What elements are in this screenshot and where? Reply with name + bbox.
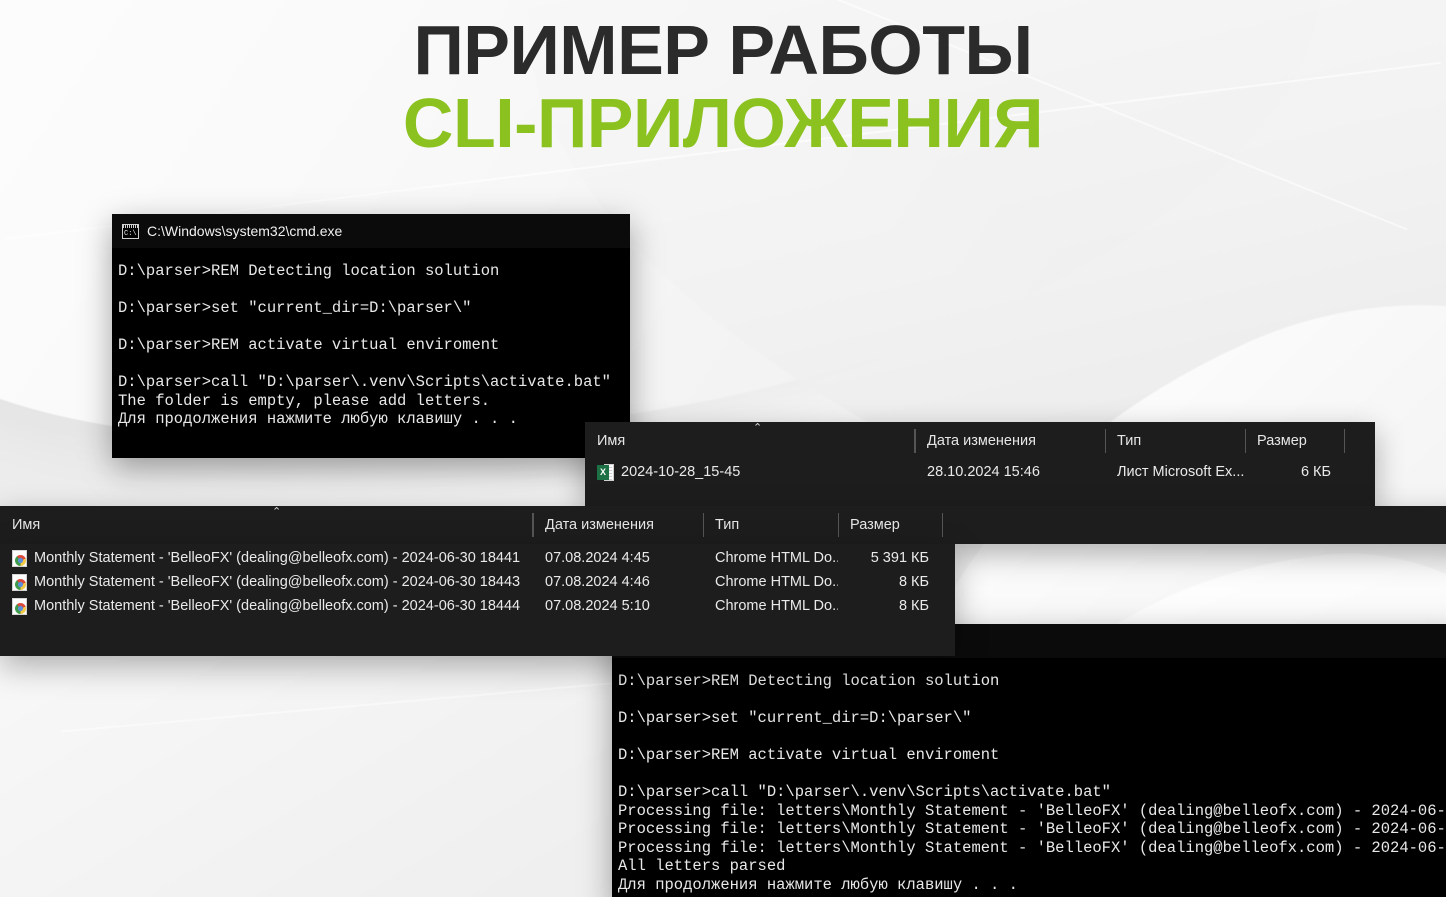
file-size-label: 8 КБ xyxy=(898,598,929,614)
file-name-label: Monthly Statement - 'BelleoFX' (dealing@… xyxy=(34,574,521,590)
column-header-size-label: Размер xyxy=(850,517,900,533)
file-name-label: 2024-10-28_15-45 xyxy=(621,464,741,480)
cmd-top-title-label: C:\Windows\system32\cmd.exe xyxy=(147,223,343,239)
table-row[interactable]: Monthly Statement - 'BelleoFX' (dealing@… xyxy=(0,594,955,618)
explorer-window-result[interactable]: ⌃ Имя Дата изменения Тип Размер X 2024-10… xyxy=(585,422,1375,506)
column-header-name-label: Имя xyxy=(12,517,41,533)
cmd-bottom-line-6: D:\parser>call "D:\parser\.venv\Scripts\… xyxy=(618,783,1111,801)
cmd-bottom-line-5 xyxy=(618,765,1446,784)
sort-ascending-icon: ⌃ xyxy=(272,506,282,518)
cmd-top-line-6: D:\parser>call "D:\parser\.venv\Scripts\… xyxy=(118,373,611,391)
column-header-type-label: Тип xyxy=(715,517,740,533)
cmd-top-line-4: D:\parser>REM activate virtual enviromen… xyxy=(118,336,500,354)
file-type-label: Chrome HTML Do... xyxy=(715,550,838,566)
column-header-modified[interactable]: Дата изменения xyxy=(533,506,703,544)
cmd-icon xyxy=(122,223,139,239)
cmd-top-titlebar[interactable]: C:\Windows\system32\cmd.exe xyxy=(112,214,630,248)
explorer-letters-file-list-panel[interactable]: Monthly Statement - 'BelleoFX' (dealing@… xyxy=(0,544,955,656)
chrome-html-file-icon xyxy=(12,573,27,591)
file-modified-label: 07.08.2024 4:46 xyxy=(545,574,650,590)
cmd-bottom-line-0: D:\parser>REM Detecting location solutio… xyxy=(618,672,1000,690)
cell-size: 6 КБ xyxy=(1245,464,1345,480)
cell-name: Monthly Statement - 'BelleoFX' (dealing@… xyxy=(0,573,533,591)
cell-size: 5 391 КБ xyxy=(838,550,943,566)
table-row[interactable]: X 2024-10-28_15-45 28.10.2024 15:46 Лист Mi… xyxy=(585,460,1375,484)
cell-name: Monthly Statement - 'BelleoFX' (dealing@… xyxy=(0,597,533,615)
cmd-top-console-output: D:\parser>REM Detecting location solutio… xyxy=(112,248,630,439)
cell-modified: 07.08.2024 5:10 xyxy=(533,598,703,614)
cell-name: Monthly Statement - 'BelleoFX' (dealing@… xyxy=(0,549,533,567)
chrome-html-file-icon xyxy=(12,597,27,615)
column-header-modified-label: Дата изменения xyxy=(927,433,1036,449)
column-header-size-label: Размер xyxy=(1257,433,1307,449)
file-size-label: 6 КБ xyxy=(1300,464,1331,480)
column-header-size[interactable]: Размер xyxy=(1245,422,1345,460)
cmd-bottom-line-2: D:\parser>set "current_dir=D:\parser\" xyxy=(618,709,972,727)
column-header-type-label: Тип xyxy=(1117,433,1142,449)
cell-type: Chrome HTML Do... xyxy=(703,574,838,590)
chrome-html-file-icon xyxy=(12,549,27,567)
file-name-label: Monthly Statement - 'BelleoFX' (dealing@… xyxy=(34,550,521,566)
explorer-window-letters[interactable]: ⌃ Имя Дата изменения Тип Размер xyxy=(0,506,1446,544)
column-header-modified[interactable]: Дата изменения xyxy=(915,422,1105,460)
file-name-label: Monthly Statement - 'BelleoFX' (dealing@… xyxy=(34,598,521,614)
cmd-window-bottom[interactable]: C:\Windows\system32\cmd.exe D:\parser>RE… xyxy=(612,624,1446,897)
explorer-letters-file-list[interactable]: Monthly Statement - 'BelleoFX' (dealing@… xyxy=(0,544,955,618)
excel-file-icon: X xyxy=(597,463,614,481)
cmd-window-top[interactable]: C:\Windows\system32\cmd.exe D:\parser>RE… xyxy=(112,214,630,458)
explorer-result-file-list[interactable]: X 2024-10-28_15-45 28.10.2024 15:46 Лист Mi… xyxy=(585,460,1375,484)
file-modified-label: 28.10.2024 15:46 xyxy=(927,464,1040,480)
cmd-bottom-console-output: D:\parser>REM Detecting location solutio… xyxy=(612,658,1446,897)
cmd-bottom-line-11: Для продолжения нажмите любую клавишу . … xyxy=(618,875,1018,894)
cmd-top-line-0: D:\parser>REM Detecting location solutio… xyxy=(118,262,500,280)
file-type-label: Chrome HTML Do... xyxy=(715,598,838,614)
file-modified-label: 07.08.2024 4:45 xyxy=(545,550,650,566)
file-size-label: 8 КБ xyxy=(898,574,929,590)
column-header-type[interactable]: Тип xyxy=(703,506,838,544)
cell-type: Chrome HTML Do... xyxy=(703,550,838,566)
column-header-name-label: Имя xyxy=(597,433,626,449)
cmd-bottom-line-8: Processing file: letters\Monthly Stateme… xyxy=(618,820,1446,838)
file-type-label: Chrome HTML Do... xyxy=(715,574,838,590)
cell-modified: 28.10.2024 15:46 xyxy=(915,464,1105,480)
column-header-type[interactable]: Тип xyxy=(1105,422,1245,460)
cmd-top-line-3 xyxy=(118,318,630,337)
file-type-label: Лист Microsoft Ex... xyxy=(1117,464,1245,480)
cell-size: 8 КБ xyxy=(838,598,943,614)
table-row[interactable]: Monthly Statement - 'BelleoFX' (dealing@… xyxy=(0,546,955,570)
cell-type: Лист Microsoft Ex... xyxy=(1105,464,1245,480)
screenshot-stage: ПРИМЕР РАБОТЫ CLI-ПРИЛОЖЕНИЯ C:\Windows\… xyxy=(0,0,1446,897)
explorer-letters-column-headers: ⌃ Имя Дата изменения Тип Размер xyxy=(0,506,1446,544)
cmd-top-line-7: The folder is empty, please add letters. xyxy=(118,391,491,410)
column-header-name[interactable]: ⌃ Имя xyxy=(0,506,533,544)
column-header-name[interactable]: ⌃ Имя xyxy=(585,422,915,460)
page-title-line-1: ПРИМЕР РАБОТЫ xyxy=(413,11,1033,89)
cmd-bottom-line-3 xyxy=(618,728,1446,747)
cmd-top-line-5 xyxy=(118,355,630,374)
cmd-bottom-line-4: D:\parser>REM activate virtual enviromen… xyxy=(618,746,1000,764)
cmd-bottom-line-9: Processing file: letters\Monthly Stateme… xyxy=(618,838,1446,857)
cell-modified: 07.08.2024 4:46 xyxy=(533,574,703,590)
file-size-label: 5 391 КБ xyxy=(870,550,929,566)
explorer-result-column-headers: ⌃ Имя Дата изменения Тип Размер xyxy=(585,422,1375,460)
cell-name: X 2024-10-28_15-45 xyxy=(585,463,915,481)
cmd-bottom-line-7: Processing file: letters\Monthly Stateme… xyxy=(618,801,1446,820)
cell-size: 8 КБ xyxy=(838,574,943,590)
cmd-top-line-2: D:\parser>set "current_dir=D:\parser\" xyxy=(118,299,472,317)
column-header-modified-label: Дата изменения xyxy=(545,517,654,533)
column-header-size[interactable]: Размер xyxy=(838,506,943,544)
file-modified-label: 07.08.2024 5:10 xyxy=(545,598,650,614)
sort-ascending-icon: ⌃ xyxy=(753,422,763,434)
cmd-top-line-1 xyxy=(118,281,630,300)
cmd-bottom-line-1 xyxy=(618,691,1446,710)
cmd-top-line-8: Для продолжения нажмите любую клавишу . … xyxy=(118,410,518,428)
cell-type: Chrome HTML Do... xyxy=(703,598,838,614)
page-title-line-2: CLI-ПРИЛОЖЕНИЯ xyxy=(402,83,1044,162)
cmd-bottom-line-10: All letters parsed xyxy=(618,857,786,875)
table-row[interactable]: Monthly Statement - 'BelleoFX' (dealing@… xyxy=(0,570,955,594)
page-title: ПРИМЕР РАБОТЫ CLI-ПРИЛОЖЕНИЯ xyxy=(0,11,1446,162)
cell-modified: 07.08.2024 4:45 xyxy=(533,550,703,566)
